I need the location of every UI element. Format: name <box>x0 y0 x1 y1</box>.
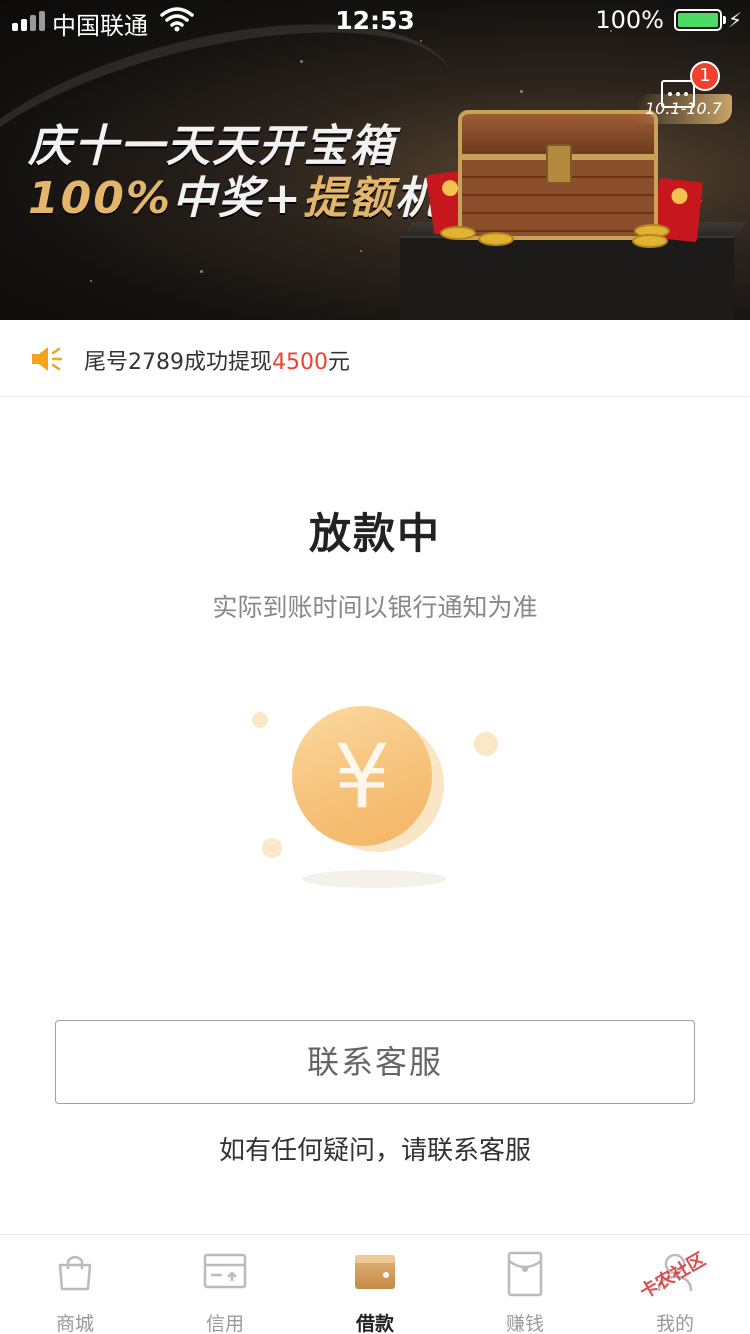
tab-mall[interactable]: 商城 <box>0 1235 150 1334</box>
tab-label: 借款 <box>355 1313 394 1334</box>
gold-coin-icon <box>478 232 514 246</box>
message-badge: 1 <box>690 61 720 91</box>
red-envelope-icon <box>507 1251 543 1297</box>
shopping-bag-icon <box>58 1255 92 1291</box>
status-bar: 中国联通 12:53 100% ⚡ <box>0 0 750 40</box>
speaker-icon <box>32 347 63 371</box>
wallet-icon <box>355 1255 395 1289</box>
withdrawal-notice-bar: 尾号2789成功提现4500元 <box>0 320 750 397</box>
coin-illustration: ¥ <box>240 690 510 900</box>
tab-label: 赚钱 <box>505 1313 544 1334</box>
contact-support-button[interactable]: 联系客服 <box>55 1020 695 1104</box>
sparkle <box>90 280 92 282</box>
tab-earn[interactable]: 赚钱 <box>450 1235 600 1334</box>
contact-hint: 如有任何疑问，请联系客服 <box>218 1136 531 1166</box>
notice-text: 尾号2789成功提现4500元 <box>84 344 350 376</box>
tab-label: 信用 <box>205 1313 244 1334</box>
coin-shadow <box>302 870 446 888</box>
decor-dot <box>474 732 498 756</box>
battery-icon <box>674 9 726 31</box>
promo-prize: 中奖 <box>171 173 264 224</box>
notice-amount: 4500 <box>272 350 328 375</box>
tab-label: 商城 <box>55 1313 94 1334</box>
charging-icon: ⚡ <box>727 8 742 32</box>
decor-dot <box>252 712 268 728</box>
promo-banner[interactable]: 中国联通 12:53 100% ⚡ 庆十一天天开宝箱 100%中奖+提额机会 <box>0 0 750 320</box>
loan-status-subtitle: 实际到账时间以银行通知为准 <box>212 593 538 622</box>
tab-credit[interactable]: 信用 <box>150 1235 300 1334</box>
promo-raise: 提额 <box>302 173 395 224</box>
gold-coin-icon <box>440 226 476 240</box>
sparkle <box>200 270 203 273</box>
sparkle <box>360 250 362 252</box>
gold-coin-icon <box>632 234 668 248</box>
notice-prefix: 尾号2789成功提现 <box>84 350 272 375</box>
promo-percent: 100% <box>28 173 172 224</box>
battery-percent: 100% <box>595 6 664 34</box>
sparkle <box>300 60 303 63</box>
promo-plus: + <box>263 173 303 224</box>
treasure-chest-icon <box>458 110 658 242</box>
credit-card-icon <box>203 1253 247 1289</box>
loan-status-title: 放款中 <box>308 509 441 558</box>
tab-loan[interactable]: 借款 <box>300 1235 450 1334</box>
page: 中国联通 12:53 100% ⚡ 庆十一天天开宝箱 100%中奖+提额机会 <box>0 0 750 1334</box>
message-icon[interactable] <box>661 80 695 108</box>
yuan-coin-icon: ¥ <box>292 706 432 846</box>
pedestal <box>400 236 734 320</box>
notice-suffix: 元 <box>328 350 351 375</box>
sparkle <box>420 40 422 42</box>
promo-subheadline: 100%中奖+提额机会 <box>28 162 487 226</box>
sparkle <box>520 90 523 93</box>
decor-dot <box>262 838 282 858</box>
